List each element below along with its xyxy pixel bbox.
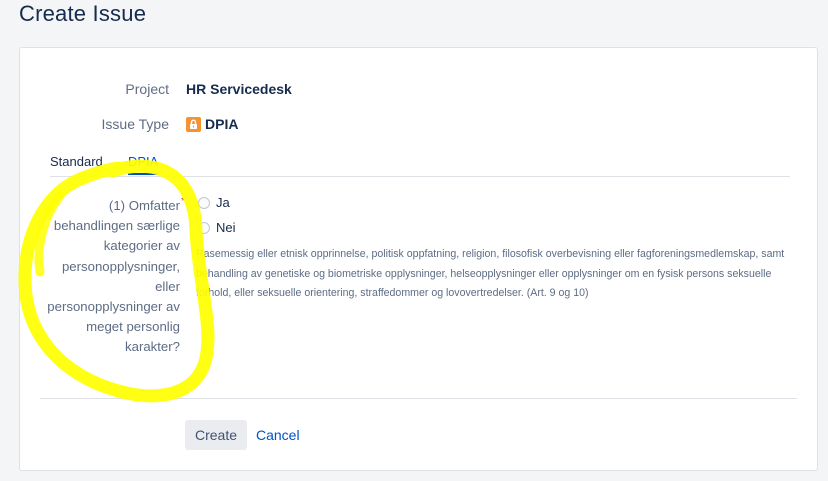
project-value: HR Servicedesk bbox=[186, 81, 292, 97]
tab-dpia[interactable]: DPIA bbox=[128, 154, 159, 175]
create-issue-page: Create Issue Project HR Servicedesk Issu… bbox=[0, 0, 828, 481]
issue-type-value: DPIA bbox=[186, 116, 238, 132]
create-button[interactable]: Create bbox=[185, 420, 247, 450]
form-divider bbox=[40, 398, 797, 399]
tab-standard[interactable]: Standard bbox=[50, 154, 103, 173]
required-marker: * bbox=[181, 196, 185, 207]
radio-nei[interactable] bbox=[198, 221, 210, 234]
question-help-text: Rasemessig eller etnisk opprinnelse, pol… bbox=[196, 248, 785, 299]
issue-type-name: DPIA bbox=[205, 116, 239, 132]
radio-option-nei[interactable]: Nei bbox=[198, 220, 236, 235]
radio-ja[interactable] bbox=[198, 196, 210, 209]
radio-nei-label: Nei bbox=[216, 220, 236, 235]
create-issue-form: Project HR Servicedesk Issue Type DPIA S… bbox=[19, 47, 818, 471]
radio-ja-label: Ja bbox=[216, 195, 230, 210]
lock-icon bbox=[186, 116, 201, 132]
issue-type-label: Issue Type bbox=[101, 116, 169, 132]
cancel-link[interactable]: Cancel bbox=[256, 427, 300, 443]
tab-bar: Standard DPIA bbox=[50, 154, 790, 177]
radio-option-ja[interactable]: Ja bbox=[198, 195, 230, 210]
project-label: Project bbox=[125, 81, 169, 97]
page-title: Create Issue bbox=[19, 1, 147, 26]
question-label: (1) Omfatter behandlingen særlige katego… bbox=[47, 198, 180, 355]
